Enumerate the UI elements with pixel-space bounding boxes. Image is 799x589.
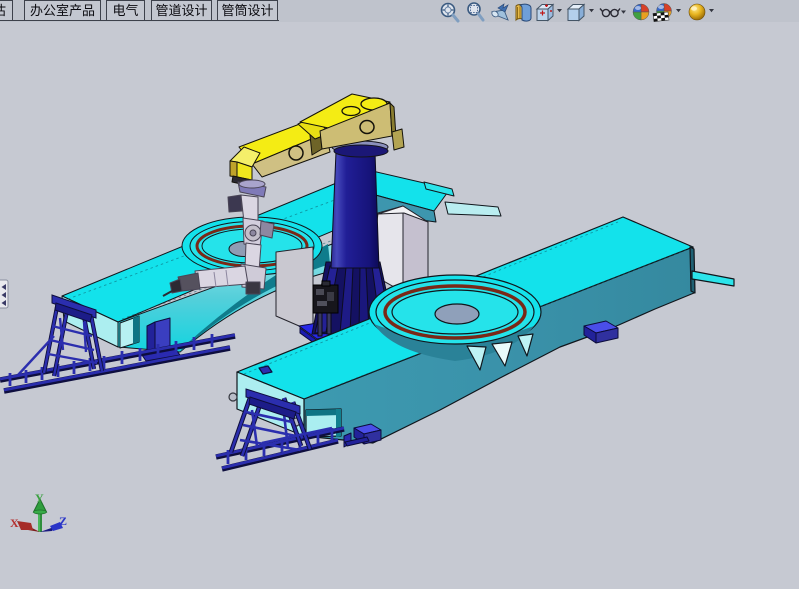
svg-text:Z: Z <box>59 514 67 528</box>
svg-text:Y: Y <box>35 491 44 505</box>
svg-text:X: X <box>10 516 19 530</box>
